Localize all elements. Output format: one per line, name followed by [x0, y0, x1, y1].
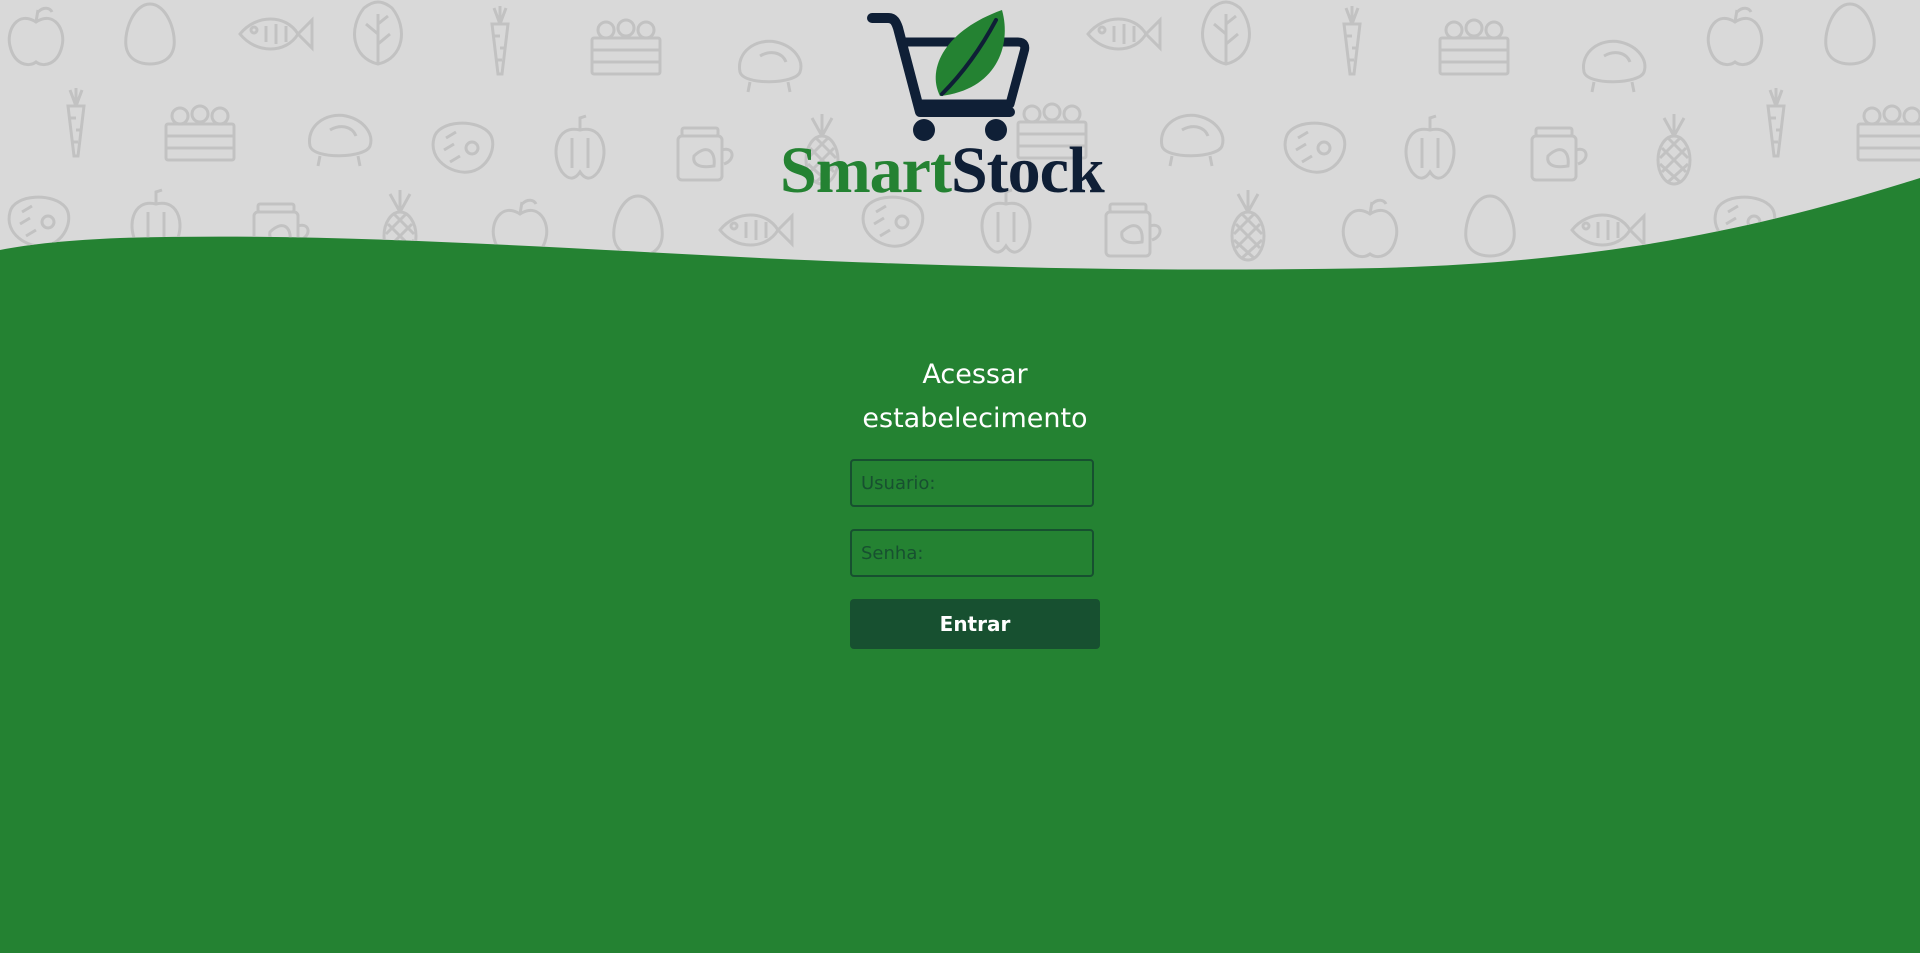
username-input[interactable]	[850, 459, 1094, 507]
password-input[interactable]	[850, 529, 1094, 577]
logo-text-stock: Stock	[950, 134, 1105, 207]
login-title-line2: estabelecimento	[862, 403, 1088, 434]
login-page: SmartStock Acessar estabelecimento Entrar	[0, 0, 1920, 953]
login-form: Acessar estabelecimento Entrar	[850, 353, 1100, 649]
login-title-line1: Acessar	[922, 359, 1028, 390]
login-title: Acessar estabelecimento	[850, 353, 1100, 441]
shopping-cart-icon	[867, 10, 1030, 141]
login-submit-button[interactable]: Entrar	[850, 599, 1100, 649]
logo-wordmark: SmartStock	[780, 138, 1140, 204]
smartstock-logo: SmartStock	[780, 6, 1140, 212]
logo-text-smart: Smart	[780, 134, 952, 207]
